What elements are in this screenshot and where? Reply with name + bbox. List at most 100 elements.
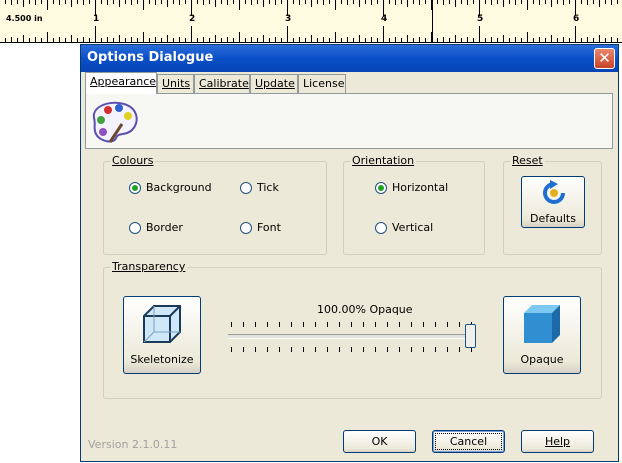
ruler-tick: [173, 38, 174, 42]
ruler-tick: [359, 0, 360, 7]
opaque-label: Opaque: [520, 353, 564, 366]
ruler-tick: [581, 38, 582, 42]
opacity-slider-thumb[interactable]: [465, 324, 476, 348]
slider-tick: [303, 347, 304, 352]
tab-calibrate[interactable]: Calibrate: [194, 74, 250, 93]
ruler-tick: [53, 0, 54, 4]
ruler[interactable]: 4.500 in 1 2 3 4 5 6: [0, 0, 622, 43]
ok-button[interactable]: OK: [343, 430, 416, 453]
ruler-tick: [221, 38, 222, 42]
slider-tick: [459, 322, 460, 327]
ruler-tick: [329, 38, 330, 42]
help-button[interactable]: Help: [521, 430, 594, 453]
tab-license[interactable]: License: [298, 74, 346, 93]
ruler-tick: [551, 35, 552, 42]
defaults-button[interactable]: Defaults: [521, 176, 585, 228]
horizontal-radio[interactable]: [375, 182, 387, 194]
ruler-tick: [197, 0, 198, 4]
ruler-tick: [347, 37, 348, 42]
slider-tick: [387, 347, 388, 352]
ruler-tick: [551, 0, 552, 7]
slider-tick: [459, 347, 460, 352]
ruler-tick: [605, 38, 606, 42]
ruler-tick: [17, 0, 18, 4]
border-radio[interactable]: [129, 222, 141, 234]
ruler-tick: [413, 0, 414, 4]
ruler-tick: [587, 0, 588, 5]
ruler-tick: [323, 0, 324, 5]
ruler-tick: [269, 38, 270, 42]
ruler-tick: [557, 0, 558, 4]
tab-update[interactable]: Update: [250, 74, 298, 93]
vertical-radio[interactable]: [375, 222, 387, 234]
ruler-tick: [395, 0, 396, 5]
ruler-tick: [221, 0, 222, 4]
reset-group-label: Reset: [510, 154, 545, 167]
ruler-tick: [353, 0, 354, 4]
ruler-number: 2: [189, 14, 196, 24]
ruler-number: 1: [93, 14, 100, 24]
ruler-tick: [311, 0, 312, 7]
ruler-tick: [461, 38, 462, 42]
slider-tick: [303, 322, 304, 327]
ruler-tick: [419, 37, 420, 42]
ruler-tick: [53, 38, 54, 42]
slider-tick: [279, 322, 280, 327]
slider-tick: [435, 347, 436, 352]
defaults-label: Defaults: [530, 212, 576, 225]
ruler-tick: [191, 26, 192, 42]
ruler-tick: [125, 38, 126, 42]
orientation-group: Orientation Horizontal Vertical: [343, 154, 485, 255]
colours-group-label: Colours: [110, 154, 156, 167]
slider-tick: [339, 322, 340, 327]
close-button[interactable]: ✕: [594, 48, 615, 69]
slider-tick: [375, 322, 376, 327]
ruler-tick: [389, 38, 390, 42]
tick-radio[interactable]: [240, 182, 252, 194]
ruler-tick: [65, 38, 66, 42]
ruler-tick: [617, 0, 618, 4]
opaque-button[interactable]: Opaque: [503, 296, 581, 374]
ruler-tick: [347, 0, 348, 5]
ruler-tick: [509, 38, 510, 42]
cancel-button[interactable]: Cancel: [432, 430, 505, 453]
ruler-tick: [275, 37, 276, 42]
ruler-tick: [17, 38, 18, 42]
ruler-tick: [95, 26, 96, 42]
ruler-tick: [479, 26, 480, 42]
ruler-tick: [449, 38, 450, 42]
slider-tick: [267, 347, 268, 352]
colours-group: Colours Background Tick Border Font: [103, 154, 327, 255]
ruler-tick: [281, 0, 282, 4]
ruler-tick: [581, 0, 582, 4]
font-radio[interactable]: [240, 222, 252, 234]
ruler-tick: [119, 0, 120, 7]
tab-appearance[interactable]: Appearance: [85, 72, 157, 94]
opacity-slider-track[interactable]: [228, 334, 476, 339]
ruler-tick: [413, 38, 414, 42]
ruler-tick: [293, 38, 294, 42]
ruler-tick: [563, 37, 564, 42]
slider-tick: [231, 322, 232, 327]
ruler-tick: [179, 37, 180, 42]
ruler-tick: [23, 35, 24, 42]
ruler-tick: [71, 0, 72, 7]
ruler-tick: [107, 0, 108, 5]
ruler-tick: [65, 0, 66, 4]
ruler-tick: [485, 0, 486, 4]
skeletonize-button[interactable]: Skeletonize: [123, 296, 201, 374]
ruler-tick: [473, 0, 474, 4]
slider-tick: [243, 347, 244, 352]
ok-label: OK: [371, 435, 388, 448]
opacity-value-text: 100.00% Opaque: [317, 303, 413, 316]
refresh-icon: [543, 180, 565, 204]
ruler-tick: [185, 38, 186, 42]
title-bar[interactable]: Options Dialogue ✕: [81, 45, 618, 72]
slider-tick: [243, 322, 244, 327]
background-radio[interactable]: [129, 182, 141, 194]
ruler-tick: [557, 38, 558, 42]
ruler-tick: [521, 38, 522, 42]
tab-units[interactable]: Units: [157, 74, 194, 93]
appearance-panel-header: [85, 93, 613, 149]
version-text: Version 2.1.0.11: [88, 438, 178, 451]
